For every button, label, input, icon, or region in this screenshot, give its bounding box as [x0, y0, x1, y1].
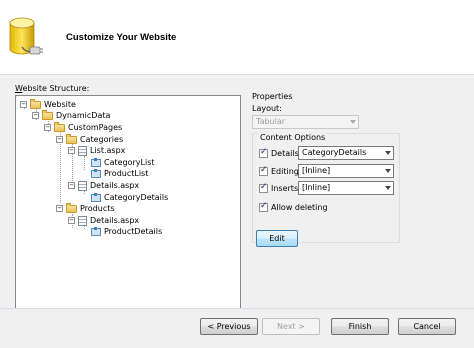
editing-select[interactable]: [Inline] [298, 164, 394, 178]
inserts-checkbox[interactable] [259, 182, 268, 193]
tree-node-custompages[interactable]: − CustomPages [44, 121, 123, 133]
tree-node-website[interactable]: − Website [20, 98, 76, 110]
details-select-value: CategoryDetails [302, 148, 367, 157]
tree-node-label: Details.aspx [90, 216, 140, 225]
tree-node-label: DynamicData [56, 111, 111, 120]
tree-node-label: CategoryList [104, 158, 155, 167]
inserts-label: Inserts [271, 184, 299, 193]
control-icon [90, 193, 101, 202]
tree-node-products[interactable]: − Products [56, 202, 115, 214]
chevron-down-icon [385, 169, 391, 173]
inserts-select-value: [Inline] [302, 183, 331, 192]
folder-icon [54, 121, 65, 132]
tree-node-label: CustomPages [68, 123, 123, 132]
layout-select-value: Tabular [256, 117, 286, 126]
tree-node-categories[interactable]: − Categories [56, 133, 124, 145]
content-options-label: Content Options [258, 133, 328, 142]
editing-label: Editing [271, 167, 299, 176]
tree-node-productdetails[interactable]: ProductDetails [90, 226, 162, 237]
folder-icon [30, 98, 41, 109]
tree-node-details-aspx[interactable]: − Details.aspx [68, 180, 139, 191]
database-plug-icon [9, 17, 43, 55]
next-button[interactable]: Next > [262, 318, 320, 335]
tree-node-label: ProductDetails [104, 227, 163, 236]
page-icon [78, 215, 87, 226]
tree-node-categorylist[interactable]: CategoryList [90, 157, 155, 168]
tree-node-label: Products [80, 204, 115, 213]
page-icon [78, 145, 87, 156]
edit-button[interactable]: Edit [256, 230, 298, 247]
tree-node-label: Details.aspx [90, 181, 140, 190]
editing-select-value: [Inline] [302, 166, 331, 175]
website-structure-label: Website Structure: [15, 84, 90, 93]
footer-divider [0, 308, 474, 309]
collapse-toggle-icon[interactable]: − [20, 101, 27, 108]
editing-checkbox[interactable] [259, 165, 268, 176]
collapse-toggle-icon[interactable]: − [68, 182, 75, 189]
control-icon [90, 227, 101, 236]
control-icon [90, 158, 101, 167]
tree-connector [84, 226, 85, 229]
chevron-down-icon [385, 186, 391, 190]
collapse-toggle-icon[interactable]: − [68, 217, 75, 224]
collapse-toggle-icon[interactable]: − [68, 147, 75, 154]
collapse-toggle-icon[interactable]: − [56, 136, 63, 143]
folder-icon [66, 202, 77, 213]
folder-icon [42, 109, 53, 120]
chevron-down-icon [350, 120, 356, 124]
wizard-header: Customize Your Website [0, 0, 474, 75]
details-checkbox[interactable] [259, 147, 268, 158]
page-icon [78, 180, 87, 191]
chevron-down-icon [385, 151, 391, 155]
tree-node-list-aspx[interactable]: − List.aspx [68, 145, 125, 156]
page-title: Customize Your Website [66, 32, 177, 43]
inserts-select[interactable]: [Inline] [298, 181, 394, 195]
tree-node-products-details-aspx[interactable]: − Details.aspx [68, 215, 139, 226]
tree-node-label: ProductList [104, 169, 149, 178]
properties-group-label: Properties [252, 92, 293, 101]
allow-deleting-checkbox[interactable] [259, 201, 268, 212]
tree-node-dynamicdata[interactable]: − DynamicData [32, 109, 111, 121]
collapse-toggle-icon[interactable]: − [56, 205, 63, 212]
tree-node-label: Website [44, 100, 76, 109]
collapse-toggle-icon[interactable]: − [44, 124, 51, 131]
control-icon [90, 169, 101, 178]
tree-node-productlist[interactable]: ProductList [90, 168, 148, 179]
tree-node-label: CategoryDetails [104, 193, 169, 202]
previous-button[interactable]: < Previous [200, 318, 258, 335]
collapse-toggle-icon[interactable]: − [32, 112, 39, 119]
details-label: Details [271, 149, 299, 158]
tree-connector [84, 191, 85, 194]
layout-label: Layout: [252, 104, 282, 113]
folder-icon [66, 133, 77, 144]
website-structure-tree[interactable]: − Website − DynamicData − CustomPages − … [15, 95, 241, 309]
cancel-button[interactable]: Cancel [398, 318, 456, 335]
tree-node-categorydetails[interactable]: CategoryDetails [90, 192, 168, 203]
layout-select: Tabular [252, 115, 359, 129]
tree-connector [84, 156, 85, 170]
tree-node-label: List.aspx [90, 146, 126, 155]
website-structure-label-text: ebsite Structure: [22, 84, 90, 93]
details-select[interactable]: CategoryDetails [298, 146, 394, 160]
allow-deleting-label: Allow deleting [271, 203, 328, 212]
finish-button[interactable]: Finish [331, 318, 389, 335]
tree-node-label: Categories [80, 135, 124, 144]
